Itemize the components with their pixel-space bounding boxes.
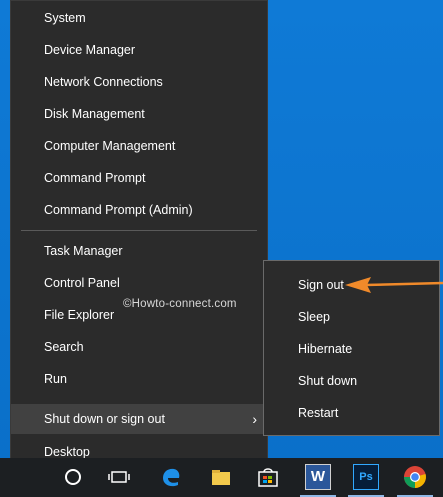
winx-menu: System Device Manager Network Connection…	[10, 0, 268, 470]
submenu-item-shut-down[interactable]: Shut down	[264, 366, 439, 396]
submenu-item-hibernate[interactable]: Hibernate	[264, 334, 439, 364]
menu-item-system[interactable]: System	[11, 3, 267, 33]
annotation-arrow-icon	[345, 277, 443, 293]
word-icon[interactable]: W	[305, 464, 331, 490]
file-explorer-icon[interactable]	[208, 464, 234, 490]
menu-item-disk-management[interactable]: Disk Management	[11, 99, 267, 129]
menu-item-control-panel[interactable]: Control Panel	[11, 268, 267, 298]
submenu-item-restart[interactable]: Restart	[264, 398, 439, 428]
menu-item-task-manager[interactable]: Task Manager	[11, 236, 267, 266]
menu-item-search[interactable]: Search	[11, 332, 267, 362]
store-icon[interactable]	[255, 464, 281, 490]
menu-item-shutdown-label: Shut down or sign out	[44, 412, 165, 426]
menu-item-shutdown-or-sign-out[interactable]: Shut down or sign out ›	[11, 404, 267, 434]
chevron-right-icon: ›	[252, 411, 257, 427]
submenu-item-sleep[interactable]: Sleep	[264, 302, 439, 332]
menu-separator	[21, 230, 257, 231]
photoshop-label: Ps	[359, 471, 373, 483]
photoshop-icon[interactable]: Ps	[353, 464, 379, 490]
word-letter: W	[310, 468, 326, 485]
edge-icon[interactable]	[158, 464, 184, 490]
menu-item-command-prompt[interactable]: Command Prompt	[11, 163, 267, 193]
menu-item-device-manager[interactable]: Device Manager	[11, 35, 267, 65]
menu-item-command-prompt-admin[interactable]: Command Prompt (Admin)	[11, 195, 267, 225]
cortana-circle-icon[interactable]	[60, 464, 86, 490]
menu-item-network-connections[interactable]: Network Connections	[11, 67, 267, 97]
task-view-icon[interactable]	[106, 464, 132, 490]
menu-item-computer-management[interactable]: Computer Management	[11, 131, 267, 161]
taskbar: W Ps	[0, 458, 443, 497]
watermark: ©Howto-connect.com	[123, 298, 237, 310]
chrome-icon[interactable]	[402, 464, 428, 490]
menu-item-run[interactable]: Run	[11, 364, 267, 394]
